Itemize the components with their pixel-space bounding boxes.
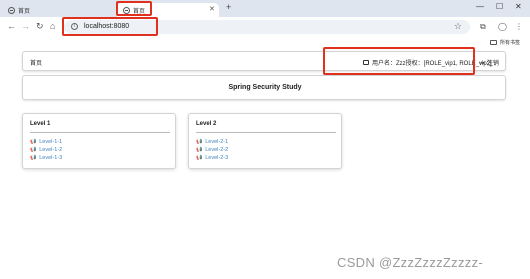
level-link[interactable]: 📢 Level-2-1 bbox=[196, 138, 228, 146]
tab-highlight-box bbox=[116, 1, 152, 16]
tab-title: 首页 bbox=[18, 8, 31, 15]
level-link[interactable]: 📢 Level-1-1 bbox=[30, 138, 62, 146]
close-tab-icon[interactable]: ✕ bbox=[209, 5, 215, 13]
level-link-list: 📢 Level-2-1 📢 Level-2-2 📢 Level-2-3 bbox=[196, 138, 228, 162]
level-link-label: Level-1-3 bbox=[39, 155, 63, 161]
maximize-button[interactable]: ☐ bbox=[496, 2, 503, 11]
sign-out-icon: ⇥ bbox=[479, 59, 485, 67]
page-title: Spring Security Study bbox=[228, 84, 302, 91]
level-link-label: Level-2-2 bbox=[205, 147, 229, 153]
minimize-button[interactable]: — bbox=[476, 2, 484, 11]
level-link[interactable]: 📢 Level-1-2 bbox=[30, 146, 62, 154]
profile-icon[interactable]: ◯ bbox=[498, 22, 507, 31]
folder-icon bbox=[490, 40, 497, 45]
level-link-label: Level-1-2 bbox=[39, 147, 63, 153]
level-link-label: Level-2-1 bbox=[205, 139, 229, 145]
level-card: Level 2 📢 Level-2-1 📢 Level-2-2 📢 Level-2-3 bbox=[188, 113, 342, 169]
bullhorn-icon: 📢 bbox=[30, 155, 37, 161]
all-bookmarks-label: 所有书签 bbox=[500, 40, 521, 46]
bullhorn-icon: 📢 bbox=[196, 139, 203, 145]
forward-icon[interactable]: → bbox=[21, 21, 30, 31]
level-link-list: 📢 Level-1-1 📢 Level-1-2 📢 Level-1-3 bbox=[30, 138, 62, 162]
browser-tab-bar: 首页 ✕ 首页 ✕ + — ☐ ✕ bbox=[0, 0, 530, 17]
level-card: Level 1 📢 Level-1-1 📢 Level-1-2 📢 Level-1-3 bbox=[22, 113, 176, 169]
bullhorn-icon: 📢 bbox=[196, 147, 203, 153]
extensions-icon[interactable]: ⧉ bbox=[480, 22, 486, 32]
logout-link[interactable]: ⇥ 注销 bbox=[479, 58, 499, 68]
divider bbox=[30, 132, 170, 133]
new-tab-button[interactable]: + bbox=[226, 2, 231, 12]
bullhorn-icon: 📢 bbox=[30, 139, 37, 145]
user-info-highlight-box bbox=[323, 47, 475, 75]
url-highlight-box bbox=[62, 17, 158, 36]
logout-label: 注销 bbox=[486, 61, 499, 67]
globe-icon bbox=[8, 6, 15, 14]
level-link-label: Level-1-1 bbox=[39, 139, 63, 145]
title-segment: Spring Security Study bbox=[22, 75, 506, 100]
divider bbox=[196, 132, 336, 133]
home-link[interactable]: 首页 bbox=[30, 58, 42, 67]
close-window-button[interactable]: ✕ bbox=[515, 2, 522, 11]
home-icon[interactable]: ⌂ bbox=[50, 21, 55, 31]
browser-tab-1[interactable]: 首页 ✕ bbox=[8, 3, 128, 17]
level-link[interactable]: 📢 Level-2-3 bbox=[196, 154, 228, 162]
reload-icon[interactable]: ↻ bbox=[36, 21, 44, 32]
bookmark-star-icon[interactable]: ☆ bbox=[454, 21, 462, 32]
level-link[interactable]: 📢 Level-2-2 bbox=[196, 146, 228, 154]
level-heading: Level 1 bbox=[30, 121, 51, 127]
level-heading: Level 2 bbox=[196, 121, 217, 127]
watermark: CSDN @ZzzZzzzZzzzz- bbox=[337, 255, 483, 270]
bullhorn-icon: 📢 bbox=[30, 147, 37, 153]
menu-icon[interactable]: ⋮ bbox=[515, 22, 523, 31]
back-icon[interactable]: ← bbox=[7, 21, 16, 31]
bullhorn-icon: 📢 bbox=[196, 155, 203, 161]
level-link-label: Level-2-3 bbox=[205, 155, 229, 161]
all-bookmarks-button[interactable]: 所有书签 bbox=[490, 39, 520, 46]
level-link[interactable]: 📢 Level-1-3 bbox=[30, 154, 62, 162]
